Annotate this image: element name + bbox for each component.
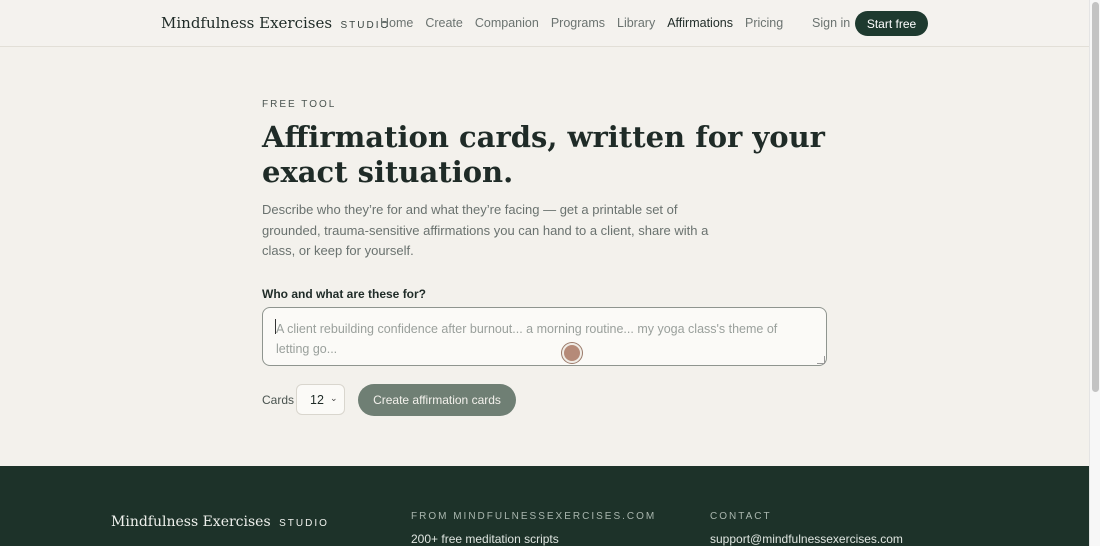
main-nav: Home Create Companion Programs Library A… [380, 16, 783, 30]
situation-label: Who and what are these for? [262, 287, 427, 301]
site-header: Mindfulness Exercises STUDIO Home Create… [0, 0, 1089, 47]
scrollbar-thumb[interactable] [1092, 2, 1099, 392]
create-affirmation-cards-button[interactable]: Create affirmation cards [358, 384, 516, 416]
footer-scripts-link[interactable]: 200+ free meditation scripts [411, 532, 559, 546]
nav-companion[interactable]: Companion [475, 16, 539, 30]
cards-label: Cards [262, 393, 295, 407]
situation-textarea[interactable]: A client rebuilding confidence after bur… [262, 307, 827, 366]
chevron-down-icon: ⌄ [330, 393, 338, 403]
sign-in-link[interactable]: Sign in [812, 16, 850, 30]
cards-count-value: 12 [310, 393, 324, 407]
page-description: Describe who they’re for and what they’r… [262, 202, 709, 258]
brand-name: Mindfulness Exercises [161, 14, 333, 32]
footer-brand[interactable]: Mindfulness Exercises STUDIO [111, 513, 329, 531]
resize-handle-icon[interactable] [817, 356, 825, 364]
footer-brand-name: Mindfulness Exercises [111, 514, 271, 530]
eyebrow: FREE TOOL [262, 99, 337, 110]
nav-pricing[interactable]: Pricing [745, 16, 783, 30]
start-free-button[interactable]: Start free [855, 11, 928, 36]
footer-brand-suffix: STUDIO [279, 518, 329, 529]
footer-from-title: FROM MINDFULNESSEXERCISES.COM [411, 511, 657, 522]
page-scrollbar[interactable] [1089, 0, 1100, 546]
footer-contact-title: CONTACT [710, 511, 772, 522]
mouse-cursor-indicator [562, 343, 582, 363]
footer-contact-email[interactable]: support@mindfulnessexercises.com [710, 532, 903, 546]
nav-library[interactable]: Library [617, 16, 655, 30]
cards-count-select[interactable]: 12 ⌄ [296, 384, 345, 415]
site-footer: Mindfulness Exercises STUDIO FROM MINDFU… [0, 466, 1089, 546]
nav-programs[interactable]: Programs [551, 16, 605, 30]
nav-create[interactable]: Create [425, 16, 463, 30]
page: Mindfulness Exercises STUDIO Home Create… [0, 0, 1089, 546]
nav-affirmations[interactable]: Affirmations [667, 16, 733, 30]
brand-logo[interactable]: Mindfulness Exercises STUDIO [161, 14, 390, 33]
nav-home[interactable]: Home [380, 16, 413, 30]
text-caret [275, 319, 276, 334]
page-title: Affirmation cards, written for your exac… [262, 120, 825, 189]
textarea-placeholder: A client rebuilding confidence after bur… [276, 322, 778, 356]
